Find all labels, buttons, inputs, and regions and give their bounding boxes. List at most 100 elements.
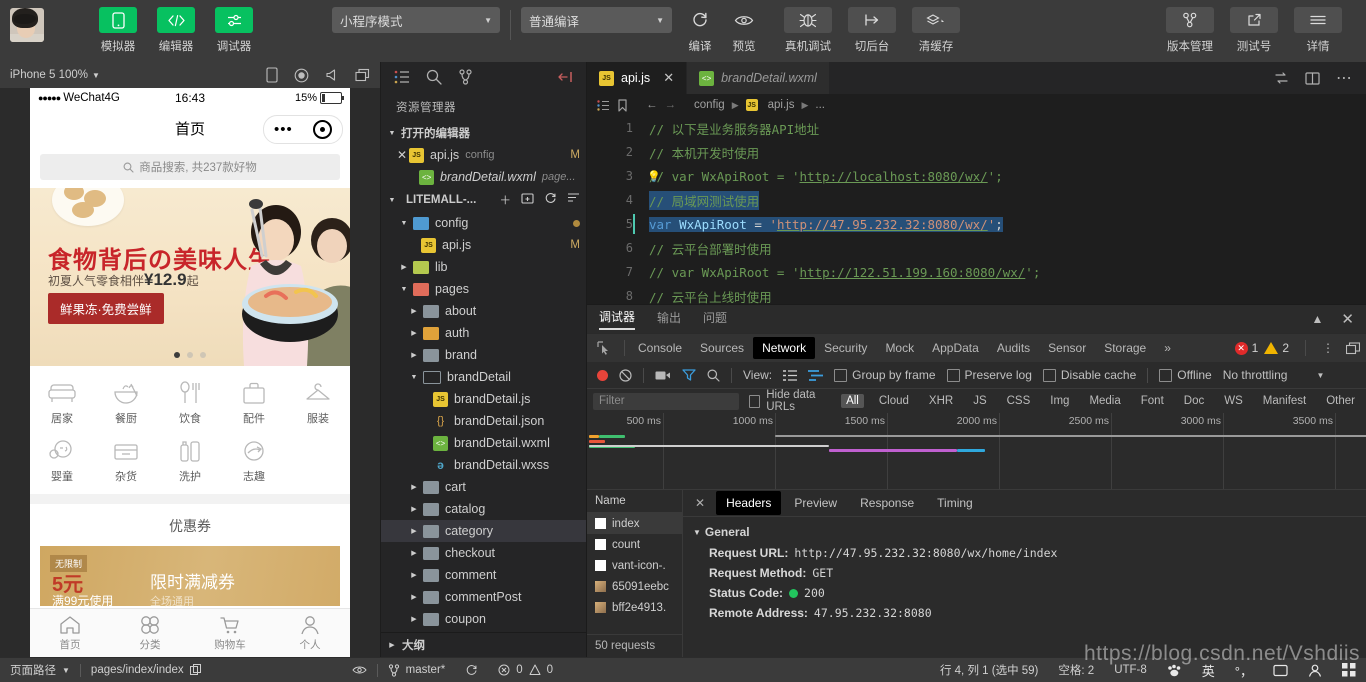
tree-item-category[interactable]: ▶ category [381, 520, 586, 542]
volume-icon[interactable] [325, 68, 339, 82]
new-file-icon[interactable]: ＋ [500, 192, 512, 208]
filter-type-xhr[interactable]: XHR [924, 394, 958, 408]
breadcrumb-more[interactable]: ... [815, 99, 825, 111]
filter-type-css[interactable]: CSS [1002, 394, 1036, 408]
detail-tab-timing[interactable]: Timing [927, 491, 983, 515]
new-folder-icon[interactable] [521, 192, 534, 208]
tree-item-brand[interactable]: ▶ brand [381, 344, 586, 366]
category-item[interactable]: 餐厨 [94, 374, 158, 432]
tree-item-auth[interactable]: ▶ auth [381, 322, 586, 344]
rotate-device-icon[interactable] [266, 67, 278, 83]
filter-icon[interactable] [682, 369, 696, 381]
action-test-account[interactable]: 测试号 [1226, 7, 1282, 54]
action-compile[interactable]: 编译 [678, 7, 722, 54]
more-icon[interactable]: ••• [274, 122, 293, 137]
windows-icon[interactable] [355, 68, 370, 82]
source-control-icon[interactable] [458, 69, 473, 85]
filter-type-js[interactable]: JS [968, 394, 991, 408]
filter-type-img[interactable]: Img [1045, 394, 1074, 408]
request-row[interactable]: count [587, 534, 682, 555]
filter-type-other[interactable]: Other [1321, 394, 1360, 408]
filter-type-manifest[interactable]: Manifest [1258, 394, 1311, 408]
tree-item-commentpost[interactable]: ▶ commentPost [381, 586, 586, 608]
banner-pagination[interactable] [30, 352, 350, 358]
status-icon-paw[interactable] [1157, 658, 1192, 682]
tabbar-item-home[interactable]: 首页 [30, 609, 110, 657]
copy-icon[interactable] [189, 664, 202, 676]
devtools-tab-security[interactable]: Security [815, 337, 876, 359]
device-select[interactable]: iPhone 5 100% [10, 69, 88, 81]
devtools-tab-storage[interactable]: Storage [1095, 337, 1155, 359]
action-clear-cache[interactable]: 清缓存 [908, 7, 964, 54]
offline-checkbox[interactable]: Offline [1159, 368, 1212, 382]
tree-item-branddetail[interactable]: ▼ brandDetail [381, 366, 586, 388]
avatar[interactable] [10, 8, 44, 42]
breadcrumb-list-icon[interactable] [597, 99, 610, 111]
devtools-tab-network[interactable]: Network [753, 337, 816, 359]
open-editors-header[interactable]: ▼ 打开的编辑器 [381, 122, 586, 144]
action-real-device-debug[interactable]: 真机调试 [780, 7, 836, 54]
close-panel-icon[interactable]: ✕ [1341, 310, 1354, 328]
tree-item-lib[interactable]: ▶ lib [381, 256, 586, 278]
category-item[interactable]: 洗护 [158, 432, 222, 490]
tree-item-comment[interactable]: ▶ comment [381, 564, 586, 586]
lightbulb-icon[interactable]: 💡 [647, 170, 661, 183]
devtools-tab-appdata[interactable]: AppData [923, 337, 988, 359]
devtools-tab-console[interactable]: Console [629, 337, 691, 359]
filter-type-all[interactable]: All [841, 394, 864, 408]
network-timeline[interactable]: 500 ms 1000 ms 1500 ms 2000 ms 2500 ms 3… [587, 413, 1366, 490]
request-row[interactable]: 65091eebc [587, 576, 682, 597]
filter-type-doc[interactable]: Doc [1179, 394, 1209, 408]
record-button[interactable] [597, 369, 608, 381]
capture-screenshots-icon[interactable] [655, 370, 671, 381]
action-details[interactable]: 详情 [1290, 7, 1346, 54]
project-header[interactable]: ▼ LITEMALL-... ＋ [381, 188, 586, 212]
tree-item-cart[interactable]: ▶ cart [381, 476, 586, 498]
file-tree[interactable]: ▼ config JS api.js M ▶ lib ▼ pages ▶ abo… [381, 212, 586, 632]
cursor-position[interactable]: 行 4, 列 1 (选中 59) [930, 658, 1048, 682]
tree-item-about[interactable]: ▶ about [381, 300, 586, 322]
preserve-log-checkbox[interactable]: Preserve log [946, 368, 1032, 382]
category-item[interactable]: 居家 [30, 374, 94, 432]
tabbar-item-cart[interactable]: 购物车 [190, 609, 270, 657]
tree-item-coupon[interactable]: ▶ coupon [381, 608, 586, 630]
panel-tab-problems[interactable]: 问题 [703, 309, 727, 329]
category-item[interactable]: 饮食 [158, 374, 222, 432]
tree-item-branddetail-js[interactable]: JS brandDetail.js [381, 388, 586, 410]
git-branch[interactable]: master* [378, 658, 456, 682]
dock-side-icon[interactable] [1346, 341, 1360, 355]
page-path-select[interactable]: 页面路径 ▼ [0, 658, 80, 682]
breadcrumb-config[interactable]: config [694, 99, 725, 111]
detail-tab-headers[interactable]: Headers [716, 491, 782, 515]
search-icon[interactable] [426, 69, 442, 85]
devtools-tab-audits[interactable]: Audits [988, 337, 1039, 359]
tree-item-branddetail-json[interactable]: {} brandDetail.json [381, 410, 586, 432]
filter-type-cloud[interactable]: Cloud [874, 394, 914, 408]
action-version-control[interactable]: 版本管理 [1162, 7, 1218, 54]
coupon-card[interactable]: 无限制 5元 满99元使用 限时满减券 全场通用 [40, 546, 340, 608]
tree-item-pages[interactable]: ▼ pages [381, 278, 586, 300]
collapse-all-icon[interactable] [567, 192, 580, 208]
devtools-more-icon[interactable]: ⋮ [1322, 342, 1334, 354]
tabbar-item-profile[interactable]: 个人 [270, 609, 350, 657]
search-icon[interactable] [707, 369, 720, 382]
collapse-sidebar-icon[interactable] [557, 70, 573, 84]
tabbar-item-category[interactable]: 分类 [110, 609, 190, 657]
promo-banner[interactable]: 食物背后の美味人生 初夏人气零食相伴¥12.9起 鲜果冻·免费尝鲜 [30, 188, 350, 366]
disable-cache-checkbox[interactable]: Disable cache [1042, 368, 1136, 382]
status-icon-user[interactable] [1298, 658, 1332, 682]
category-item[interactable]: 配件 [222, 374, 286, 432]
status-icon-apps[interactable] [1332, 658, 1366, 682]
search-input[interactable]: 商品搜索, 共237款好物 [40, 154, 340, 180]
nav-back-icon[interactable]: ← [646, 99, 658, 111]
panel-tab-output[interactable]: 输出 [657, 309, 681, 329]
devtools-tab-mock[interactable]: Mock [876, 337, 923, 359]
status-icon-punctuation[interactable]: °， [1225, 658, 1263, 682]
group-by-frame-checkbox[interactable]: Group by frame [834, 368, 936, 382]
tree-item-branddetail-wxss[interactable]: ǝ brandDetail.wxss [381, 454, 586, 476]
filter-type-ws[interactable]: WS [1219, 394, 1248, 408]
list-view-icon[interactable] [783, 369, 798, 381]
category-item[interactable]: 婴童 [30, 432, 94, 490]
tool-debugger[interactable]: 调试器 [212, 7, 256, 54]
devtools-tab-sources[interactable]: Sources [691, 337, 753, 359]
